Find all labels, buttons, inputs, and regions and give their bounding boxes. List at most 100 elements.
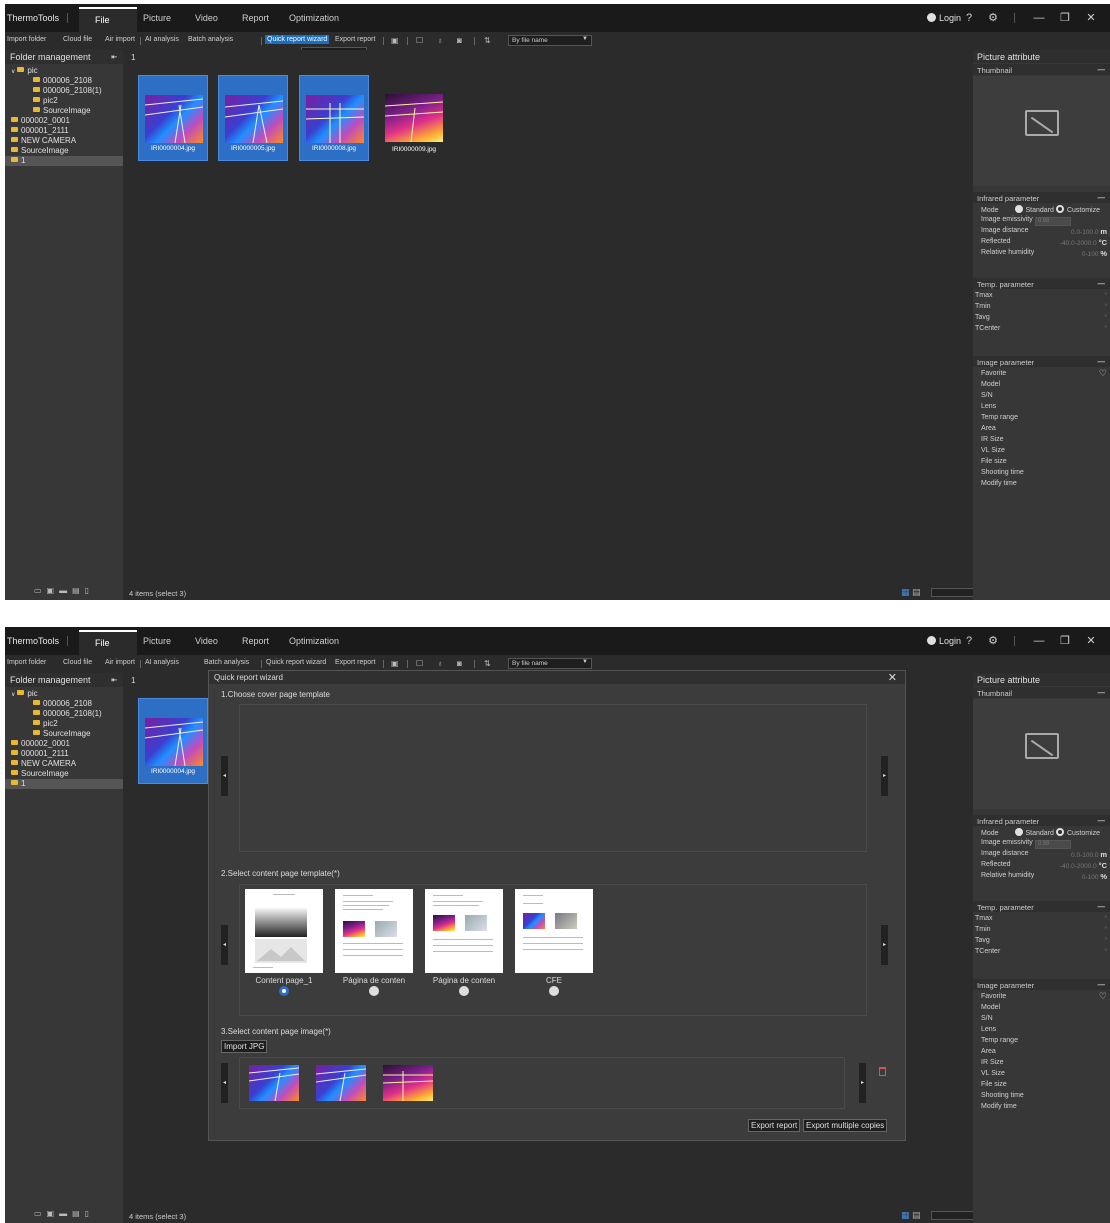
reflected-value[interactable]: -40.0-2000.0 °C <box>1060 238 1107 247</box>
tab-picture[interactable]: Picture <box>143 636 171 646</box>
tab-video[interactable]: Video <box>195 636 218 646</box>
compare-icon[interactable]: ▣ <box>391 36 399 45</box>
help-icon[interactable]: ? <box>963 635 975 647</box>
template-preview[interactable] <box>335 889 413 973</box>
temp-section[interactable]: Temp. parameter — <box>973 278 1110 289</box>
list-view-icon[interactable]: ▤ <box>912 1210 921 1220</box>
settings-icon[interactable]: ⚙ <box>987 635 999 647</box>
standard-radio[interactable] <box>1014 828 1023 836</box>
cloud-file-button[interactable]: Cloud file <box>63 36 92 43</box>
temp-section[interactable]: Temp. parameter — <box>973 901 1110 912</box>
folder-actions[interactable]: ▭▣▬▤▯ <box>5 1209 123 1223</box>
tree-node[interactable]: pic2 <box>5 96 123 106</box>
template-preview[interactable] <box>515 889 593 973</box>
tree-node[interactable]: 000001_2111 <box>5 749 123 759</box>
pin-icon[interactable]: ⇤ <box>111 53 117 61</box>
grid-view-icon[interactable]: ▦ ▤ <box>901 587 921 598</box>
emissivity-input[interactable]: 0.98 <box>1034 217 1071 226</box>
thumbnail-section[interactable]: Thumbnail — <box>973 687 1110 698</box>
selected-image[interactable] <box>316 1065 366 1101</box>
login-button[interactable]: Login <box>927 13 961 23</box>
tree-node[interactable]: SourceImage <box>5 146 123 156</box>
next-arrow-icon[interactable]: ▸ <box>859 1063 866 1103</box>
tree-node[interactable]: SourceImage <box>5 769 123 779</box>
camera-icon[interactable]: ◙ <box>457 36 462 45</box>
zoom-slider[interactable] <box>931 1211 974 1220</box>
tree-node[interactable]: SourceImage <box>5 106 123 116</box>
help-icon[interactable]: ? <box>963 12 975 24</box>
tab-picture[interactable]: Picture <box>143 13 171 23</box>
tree-node[interactable]: SourceImage <box>5 729 123 739</box>
image-thumbnail[interactable]: IRI0000008.jpg <box>299 75 369 161</box>
tree-node[interactable]: 000001_2111 <box>5 126 123 136</box>
export-multiple-copies-button[interactable]: Export multiple copies <box>803 1119 888 1132</box>
tree-node[interactable]: NEW CAMERA <box>5 759 123 769</box>
login-button[interactable]: Login <box>927 636 961 646</box>
folder-actions[interactable]: ▭▣▬▤▯ <box>5 586 123 600</box>
selected-image[interactable] <box>249 1065 299 1101</box>
restore-icon[interactable]: ❐ <box>1059 635 1071 647</box>
template-radio-selected[interactable] <box>279 986 289 996</box>
image-thumbnail[interactable]: IRI0000004.jpg <box>138 75 208 161</box>
prev-arrow-icon[interactable]: ◂ <box>221 756 228 796</box>
prev-arrow-icon[interactable]: ◂ <box>221 1063 228 1103</box>
pin-icon[interactable]: ⇤ <box>111 676 117 684</box>
zoom-slider[interactable] <box>931 588 974 597</box>
standard-radio[interactable] <box>1014 205 1023 213</box>
microphone-icon[interactable]: ♁ <box>437 36 443 45</box>
distance-value[interactable]: 0.0-100.0 m <box>1071 850 1107 859</box>
tab-video[interactable]: Video <box>195 13 218 23</box>
batch-analysis-button[interactable]: Batch analysis <box>204 659 249 666</box>
distance-value[interactable]: 0.0-100.0 m <box>1071 227 1107 236</box>
close-icon[interactable]: ✕ <box>1085 635 1097 647</box>
template-preview[interactable] <box>245 889 323 973</box>
tree-node-pic[interactable]: ∨ pic <box>5 689 123 699</box>
list-view-icon[interactable]: ▤ <box>912 587 921 597</box>
air-import-button[interactable]: Air import <box>105 659 135 666</box>
template-radio[interactable] <box>459 986 469 996</box>
image-param-section[interactable]: Image parameter — <box>973 356 1110 367</box>
infrared-section[interactable]: Infrared parameter — <box>973 815 1110 826</box>
tree-node[interactable]: pic2 <box>5 719 123 729</box>
sort-select[interactable]: By file name ▼ <box>508 658 592 669</box>
import-folder-button[interactable]: Import folder <box>7 659 46 666</box>
tab-report[interactable]: Report <box>242 13 269 23</box>
close-icon[interactable]: ✕ <box>1085 12 1097 24</box>
check-icon[interactable]: ☐ <box>416 36 423 45</box>
customize-radio[interactable] <box>1055 828 1064 836</box>
grid-view-icon[interactable]: ▦ ▤ <box>901 1210 921 1221</box>
tree-node-selected[interactable]: 1 <box>5 779 123 789</box>
export-report-button[interactable]: Export report <box>335 659 375 666</box>
humidity-value[interactable]: 0-100 % <box>1082 249 1107 258</box>
ai-analysis-button[interactable]: AI analysis <box>145 659 179 666</box>
image-thumbnail[interactable]: IRI0000009.jpg <box>379 75 449 161</box>
tree-node[interactable]: 000002_0001 <box>5 739 123 749</box>
batch-analysis-button[interactable]: Batch analysis <box>188 36 233 43</box>
tab-file[interactable]: File <box>79 630 137 655</box>
emissivity-input[interactable]: 0.98 <box>1034 840 1071 849</box>
tree-node[interactable]: NEW CAMERA <box>5 136 123 146</box>
tree-node-pic[interactable]: ∨ pic <box>5 66 123 76</box>
camera-icon[interactable]: ◙ <box>457 659 462 668</box>
tree-node[interactable]: 000006_2108(1) <box>5 709 123 719</box>
quick-report-wizard-button[interactable]: Quick report wizard <box>266 659 326 666</box>
export-report-button[interactable]: Export report <box>335 36 375 43</box>
heart-icon[interactable]: ♡ <box>1099 991 1107 1002</box>
import-folder-button[interactable]: Import folder <box>7 36 46 43</box>
tree-node[interactable]: 000006_2108 <box>5 699 123 709</box>
minimize-icon[interactable]: — <box>1033 635 1045 647</box>
prev-arrow-icon[interactable]: ◂ <box>221 925 228 965</box>
tab-optimization[interactable]: Optimization <box>289 13 339 23</box>
quick-report-wizard-button[interactable]: Quick report wizard <box>265 35 330 44</box>
infrared-section[interactable]: Infrared parameter — <box>973 192 1110 203</box>
tab-file[interactable]: File <box>79 7 137 32</box>
trash-icon[interactable] <box>879 1067 886 1076</box>
humidity-value[interactable]: 0-100 % <box>1082 872 1107 881</box>
template-radio[interactable] <box>549 986 559 996</box>
sort-select[interactable]: By file name ▼ <box>508 35 592 46</box>
cloud-file-button[interactable]: Cloud file <box>63 659 92 666</box>
export-report-button[interactable]: Export report <box>748 1119 801 1132</box>
tab-report[interactable]: Report <box>242 636 269 646</box>
import-jpg-button[interactable]: Import JPG <box>221 1040 268 1053</box>
image-thumbnail[interactable]: IRI0000005.jpg <box>218 75 288 161</box>
